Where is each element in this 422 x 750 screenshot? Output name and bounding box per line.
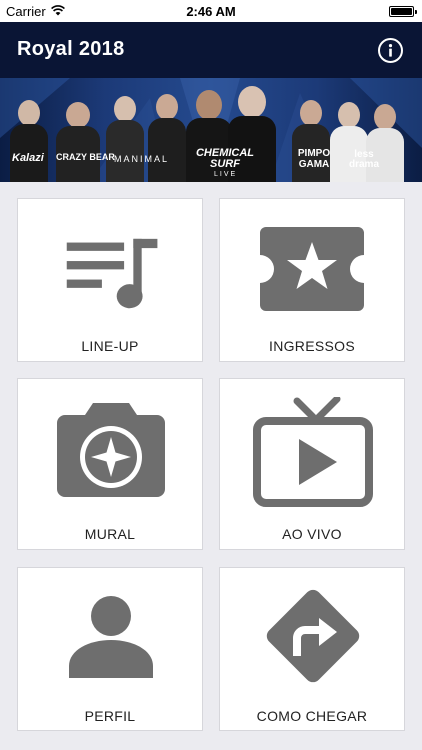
artist-name: less drama — [348, 149, 379, 170]
person-icon — [69, 596, 153, 678]
app-title: Royal 2018 — [17, 38, 125, 60]
menu-tile-perfil[interactable]: PERFIL — [17, 567, 203, 731]
ticket-star-icon — [260, 227, 364, 311]
menu-tile-label: MURAL — [84, 526, 136, 542]
menu-tile-label: LINE-UP — [81, 338, 139, 354]
nav-bar: Royal 2018 — [0, 22, 422, 78]
status-bar: Carrier 2:46 AM — [0, 0, 422, 22]
info-icon — [388, 44, 393, 57]
tv-play-icon — [253, 397, 373, 507]
menu-tile-label: COMO CHEGAR — [256, 708, 368, 724]
menu-tile-mural[interactable]: MURAL — [17, 378, 203, 550]
menu-tile-ao-vivo[interactable]: AO VIVO — [219, 378, 405, 550]
lineup-banner[interactable]: Kalazi CRAZY BEAR MANIMAL CHEMICAL SURF … — [0, 78, 422, 182]
camera-icon — [57, 403, 165, 497]
status-time: 2:46 AM — [186, 4, 236, 19]
menu-tile-como-chegar[interactable]: COMO CHEGAR — [219, 567, 405, 731]
menu-tile-lineup[interactable]: LINE-UP — [17, 198, 203, 362]
directions-sign-icon — [266, 589, 360, 683]
battery-icon — [389, 6, 417, 17]
artist-name: MANIMAL — [114, 154, 170, 164]
music-list-icon — [66, 238, 158, 309]
menu-tile-ingressos[interactable]: INGRESSOS — [219, 198, 405, 362]
artist-name: CHEMICAL SURF — [195, 147, 255, 170]
info-button[interactable] — [378, 38, 403, 63]
artist-name: CRAZY BEAR — [56, 152, 115, 162]
artist-sub-label: LIVE — [214, 171, 238, 178]
menu-tile-label: PERFIL — [84, 708, 136, 724]
menu-tile-label: INGRESSOS — [269, 338, 355, 354]
menu-tile-label: AO VIVO — [282, 526, 342, 542]
artist-name: Kalazi — [12, 152, 44, 164]
artist-name: PIMPO GAMA — [297, 148, 331, 170]
